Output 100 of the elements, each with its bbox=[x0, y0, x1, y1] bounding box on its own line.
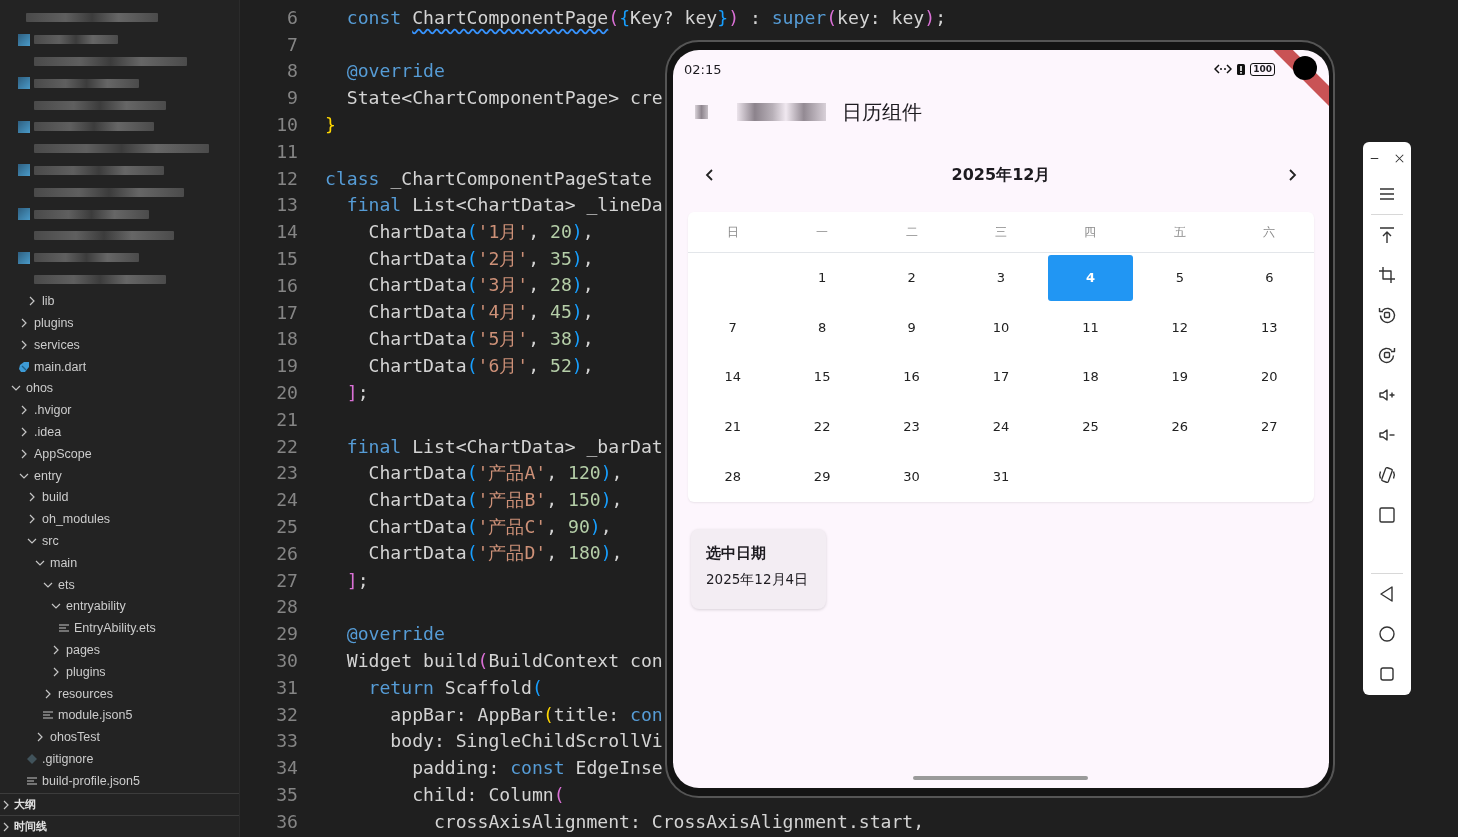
calendar-day[interactable]: 26 bbox=[1137, 403, 1223, 450]
calendar-day[interactable]: 9 bbox=[868, 304, 955, 351]
calendar-day[interactable]: 5 bbox=[1137, 255, 1223, 301]
code-line: padding: const EdgeInse bbox=[411, 757, 663, 779]
rotate-right-icon[interactable] bbox=[1377, 345, 1397, 365]
selected-date: 2025年12月4日 bbox=[706, 570, 810, 589]
calendar-day[interactable]: 8 bbox=[779, 304, 865, 351]
tree-item[interactable]: ohos bbox=[0, 377, 239, 400]
tree-item[interactable]: module.json5 bbox=[0, 704, 239, 727]
calendar-day[interactable]: 7 bbox=[690, 304, 776, 351]
rotate-left-icon[interactable] bbox=[1377, 305, 1397, 325]
arrow-up-bar-icon[interactable] bbox=[1377, 225, 1397, 245]
code-line: } bbox=[325, 114, 336, 136]
tree-item[interactable]: resources bbox=[0, 682, 239, 705]
code-line: ChartData('5月', 38), bbox=[367, 326, 594, 351]
tree-item[interactable]: plugins bbox=[0, 660, 239, 683]
line-number: 22 bbox=[275, 435, 298, 457]
card-title: 选中日期 bbox=[706, 543, 767, 563]
file-icon bbox=[18, 120, 30, 133]
calendar-day[interactable]: 19 bbox=[1137, 354, 1223, 400]
home-icon[interactable] bbox=[1377, 624, 1397, 644]
code-line: class _ChartComponentPageState bbox=[325, 167, 652, 189]
calendar-day[interactable]: 11 bbox=[1047, 304, 1134, 351]
calendar-day[interactable]: 31 bbox=[958, 453, 1044, 499]
code-line: ChartData('产品D', 180), bbox=[367, 541, 623, 566]
tree-item[interactable]: plugins bbox=[0, 312, 239, 334]
file-icon bbox=[18, 164, 30, 177]
line-number: 12 bbox=[275, 167, 298, 189]
status-time: 02:15 bbox=[684, 61, 722, 77]
calendar-day[interactable]: 14 bbox=[690, 354, 776, 400]
calendar-day[interactable]: 17 bbox=[958, 354, 1044, 400]
tree-item[interactable]: .hvigor bbox=[0, 399, 239, 422]
tree-item[interactable]: src bbox=[0, 530, 239, 552]
crop-icon[interactable] bbox=[1377, 265, 1397, 285]
line-number: 7 bbox=[286, 33, 298, 55]
calendar-day[interactable]: 24 bbox=[958, 403, 1044, 450]
calendar-day[interactable]: 3 bbox=[958, 255, 1044, 301]
line-number: 29 bbox=[275, 623, 298, 645]
phone-rotate-icon[interactable] bbox=[1377, 465, 1397, 485]
line-number: 25 bbox=[275, 516, 298, 538]
tree-item[interactable]: oh_modules bbox=[0, 508, 239, 531]
calendar-day[interactable]: 12 bbox=[1137, 304, 1223, 351]
line-number: 8 bbox=[286, 60, 298, 82]
calendar-day[interactable]: 22 bbox=[779, 403, 865, 450]
line-number: 17 bbox=[275, 301, 298, 323]
calendar-day[interactable]: 23 bbox=[868, 403, 955, 450]
tree-item[interactable]: EntryAbility.ets bbox=[0, 617, 239, 640]
tree-item[interactable]: entryability bbox=[0, 595, 239, 618]
code-icon bbox=[1214, 63, 1233, 75]
code-line: return Scaffold( bbox=[367, 676, 543, 698]
tree-item[interactable]: pages bbox=[0, 639, 239, 661]
calendar-day[interactable]: 16 bbox=[868, 354, 955, 400]
calendar-day[interactable]: 30 bbox=[868, 453, 955, 499]
line-number: 15 bbox=[275, 248, 298, 270]
tree-item[interactable]: ohosTest bbox=[0, 726, 239, 749]
code-line: crossAxisAlignment: CrossAxisAlignment.start, bbox=[432, 810, 925, 832]
line-number: 11 bbox=[275, 140, 298, 162]
tree-item[interactable]: build-profile.json5 bbox=[0, 769, 239, 792]
calendar-day[interactable]: 10 bbox=[958, 304, 1044, 351]
tree-item[interactable]: AppScope bbox=[0, 442, 239, 465]
calendar-day[interactable]: 15 bbox=[779, 354, 865, 400]
calendar-day[interactable]: 25 bbox=[1047, 403, 1134, 450]
line-number: 27 bbox=[275, 569, 298, 591]
calendar-day[interactable]: 21 bbox=[690, 403, 776, 450]
code-line: child: Column( bbox=[411, 784, 565, 805]
calendar-day[interactable]: 13 bbox=[1226, 304, 1312, 351]
weekday-label: 六 bbox=[1262, 223, 1277, 241]
square-icon[interactable] bbox=[1377, 664, 1397, 684]
dart-icon bbox=[18, 360, 30, 373]
line-number: 18 bbox=[275, 328, 298, 350]
tree-item[interactable]: build bbox=[0, 486, 239, 509]
line-number: 23 bbox=[275, 462, 298, 484]
code-line: ChartData('6月', 52), bbox=[367, 353, 594, 378]
tree-item[interactable]: .gitignore bbox=[0, 748, 239, 770]
calendar-day[interactable]: 18 bbox=[1047, 354, 1134, 400]
code-line: State<ChartComponentPage> cre bbox=[345, 87, 663, 109]
panel-header[interactable]: 时间线 bbox=[0, 815, 239, 837]
code-line: ChartData('1月', 20), bbox=[367, 219, 594, 244]
file-icon bbox=[18, 33, 30, 46]
calendar-day[interactable]: 20 bbox=[1226, 354, 1312, 400]
tree-item[interactable]: ets bbox=[0, 573, 239, 596]
calendar-day[interactable]: 27 bbox=[1226, 403, 1312, 450]
tree-item[interactable]: main.dart bbox=[0, 355, 239, 378]
tree-item[interactable]: lib bbox=[0, 290, 239, 313]
lines-icon bbox=[58, 622, 70, 635]
calendar-day[interactable]: 6 bbox=[1226, 255, 1312, 301]
tree-item[interactable]: main bbox=[0, 551, 239, 574]
calendar-day[interactable]: 28 bbox=[690, 453, 776, 499]
code-line: final List<ChartData> _barDat bbox=[345, 435, 663, 457]
calendar-day[interactable]: 29 bbox=[779, 453, 865, 499]
tree-item[interactable]: services bbox=[0, 333, 239, 356]
code-line: ChartData('2月', 35), bbox=[367, 246, 594, 271]
line-number: 36 bbox=[275, 810, 298, 832]
panel-header[interactable]: 大纲 bbox=[0, 793, 239, 815]
tree-item[interactable]: entry bbox=[0, 464, 239, 487]
calendar-day[interactable]: 2 bbox=[868, 255, 955, 301]
square-icon[interactable] bbox=[1377, 505, 1397, 525]
battery-alert-icon bbox=[1237, 63, 1246, 75]
tree-item[interactable]: .idea bbox=[0, 421, 239, 443]
calendar-day[interactable]: 1 bbox=[779, 255, 865, 301]
